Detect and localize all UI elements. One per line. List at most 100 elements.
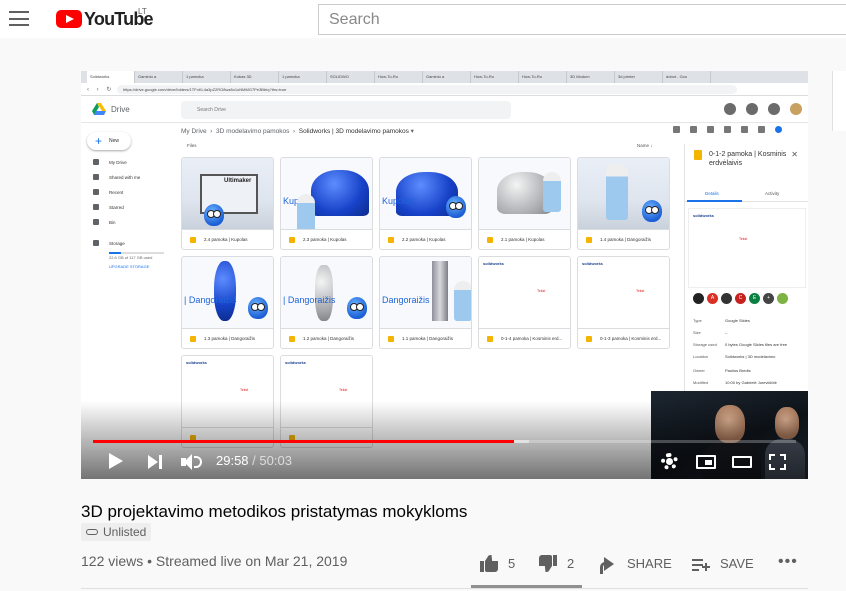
file-card: solidworks Tekst 0-1-4 pamoka | Kosminis… — [478, 256, 571, 349]
sidebar-edge — [832, 71, 846, 131]
browser-tab: 1 pamoka — [279, 71, 327, 83]
plus-icon: + — [95, 134, 103, 148]
professor-figure — [297, 194, 315, 229]
thumbs-up-icon — [480, 555, 499, 572]
progress-bar[interactable] — [93, 440, 796, 443]
browser-tab: 1 pamoka — [183, 71, 231, 83]
close-icon: ✕ — [791, 150, 798, 159]
apps-icon — [768, 103, 780, 115]
menu-icon[interactable] — [9, 11, 29, 26]
fullscreen-icon[interactable] — [769, 454, 786, 470]
slide-logo: solidworks — [582, 261, 603, 266]
time-display: 29:58 / 50:03 — [216, 453, 292, 468]
avatar — [777, 293, 788, 304]
video-player[interactable]: Solidworks Gaminiu a 1 pamoka Kubas 3D 1… — [81, 71, 808, 479]
robot-mascot-icon — [204, 204, 224, 226]
detail-row: Modified 10:00 by Gabrielė Jurevičiūtė — [693, 380, 777, 385]
file-thumbnail — [479, 158, 570, 229]
detail-row: Storage used 0 bytes Google Slides files … — [693, 342, 788, 347]
browser-tab: SOLIDWO — [327, 71, 375, 83]
info-icon — [775, 126, 782, 133]
file-card: | Dangoraižis 1.2 pamoka | Dangoraižis — [280, 256, 373, 349]
file-thumbnail: | Dangoraižis — [281, 257, 372, 328]
list-view-icon — [758, 126, 765, 133]
browser-tab: How-To-Ro — [519, 71, 567, 83]
dislike-button[interactable]: 2 — [538, 553, 578, 575]
file-card: | Dangoraižis 1.3 pamoka | Dangoraižis — [181, 256, 274, 349]
theater-mode-icon[interactable] — [732, 456, 752, 468]
file-card: 2.1 pamoka | Kupolas — [478, 157, 571, 250]
file-name: 1.3 pamoka | Dangoraižis — [182, 328, 273, 348]
people-icon — [93, 174, 99, 180]
drive-icon — [93, 159, 99, 165]
file-name: 1.4 pamoka | Dangoraižis — [578, 229, 669, 249]
avatar: E — [749, 293, 760, 304]
sidebar-item-label: Storage — [109, 240, 125, 246]
thumb-text: | Dangoraižis — [184, 295, 237, 305]
search-input[interactable] — [319, 5, 846, 34]
shared-avatars: A C E + — [693, 293, 788, 304]
upgrade-storage-link: UPGRADE STORAGE — [109, 264, 150, 269]
avatar: A — [707, 293, 718, 304]
file-name: 0-1-3 pamoka | Kosminis erd... — [578, 328, 669, 348]
robot-mascot-icon — [446, 196, 466, 218]
playlist-add-icon — [692, 557, 710, 571]
robot-mascot-icon — [248, 297, 268, 319]
settings-gear-icon[interactable] — [661, 453, 678, 470]
account-avatar — [790, 103, 802, 115]
files-label: Files — [187, 143, 197, 148]
more-icon — [741, 126, 748, 133]
drive-header-icons — [724, 103, 802, 115]
sidebar-item-my-drive: My Drive — [93, 159, 127, 165]
drive-toolbar-icons — [673, 126, 782, 133]
miniplayer-icon[interactable] — [696, 455, 716, 469]
browser-tab-strip: Solidworks Gaminiu a 1 pamoka Kubas 3D 1… — [81, 71, 808, 83]
slides-file-icon — [694, 150, 702, 160]
file-thumbnail: Dangoraižis — [380, 257, 471, 328]
view-count-line: 122 views • Streamed live on Mar 21, 201… — [81, 553, 348, 569]
video-title: 3D projektavimo metodikos pristatymas mo… — [81, 502, 468, 521]
file-name: 1.2 pamoka | Dangoraižis — [281, 328, 372, 348]
file-thumbnail: Kupolas — [380, 158, 471, 229]
detail-row: Location Solidworks | 3D modelavimo — [693, 354, 776, 359]
file-thumbnail: solidworks Tekst — [479, 257, 570, 328]
like-button[interactable]: 5 — [480, 553, 520, 575]
thumb-text: Dangoraižis — [382, 295, 430, 305]
sidebar-item-shared: Shared with me — [93, 174, 140, 180]
professor-figure — [454, 281, 471, 321]
help-icon — [724, 103, 736, 115]
avatar — [721, 293, 732, 304]
sort-label: Name ↓ — [637, 143, 653, 148]
storage-used: 22.6 GB of 117 GB used — [109, 255, 153, 260]
thumbs-down-icon — [538, 555, 557, 572]
file-card: Ultimaker 2.4 pamoka | Kupolas — [181, 157, 274, 250]
trash-icon — [724, 126, 731, 133]
thumb-text: Kupolas — [382, 196, 415, 206]
search-box[interactable] — [318, 4, 846, 35]
share-button[interactable]: SHARE — [600, 553, 680, 575]
share-person-icon — [690, 126, 697, 133]
details-tabs: Details Activity — [685, 188, 808, 202]
robot-mascot-icon — [347, 297, 367, 319]
play-icon[interactable] — [109, 453, 123, 469]
sidebar-item-label: Shared with me — [109, 174, 141, 180]
slide-red-text: Tekst — [339, 388, 348, 392]
sidebar-item-storage: Storage — [93, 240, 125, 246]
link-icon — [86, 529, 98, 535]
browser-tab: Gaminiu a — [423, 71, 471, 83]
breadcrumb-item: 3D modelavimo pamokos — [216, 128, 290, 135]
drive-header: Drive Search Drive — [81, 97, 808, 123]
like-count: 5 — [508, 556, 516, 571]
youtube-logo[interactable]: YouTube LT — [56, 7, 154, 29]
preview-icon — [707, 126, 714, 133]
browser-url: https://drive.google.com/drive/folders/1… — [117, 85, 737, 94]
clock-icon — [93, 189, 99, 195]
avatar: C — [735, 293, 746, 304]
details-title: 0-1-2 pamoka | Kosminis erdvėlaivis — [709, 151, 787, 167]
next-icon[interactable] — [148, 455, 162, 469]
drive-sidebar: + New My Drive Shared with me Recent Sta… — [81, 124, 173, 424]
save-button[interactable]: SAVE — [692, 553, 762, 575]
slide-red-text: Tekst — [240, 388, 249, 392]
more-actions-icon[interactable]: ••• — [778, 553, 798, 571]
dislike-count: 2 — [567, 556, 575, 571]
